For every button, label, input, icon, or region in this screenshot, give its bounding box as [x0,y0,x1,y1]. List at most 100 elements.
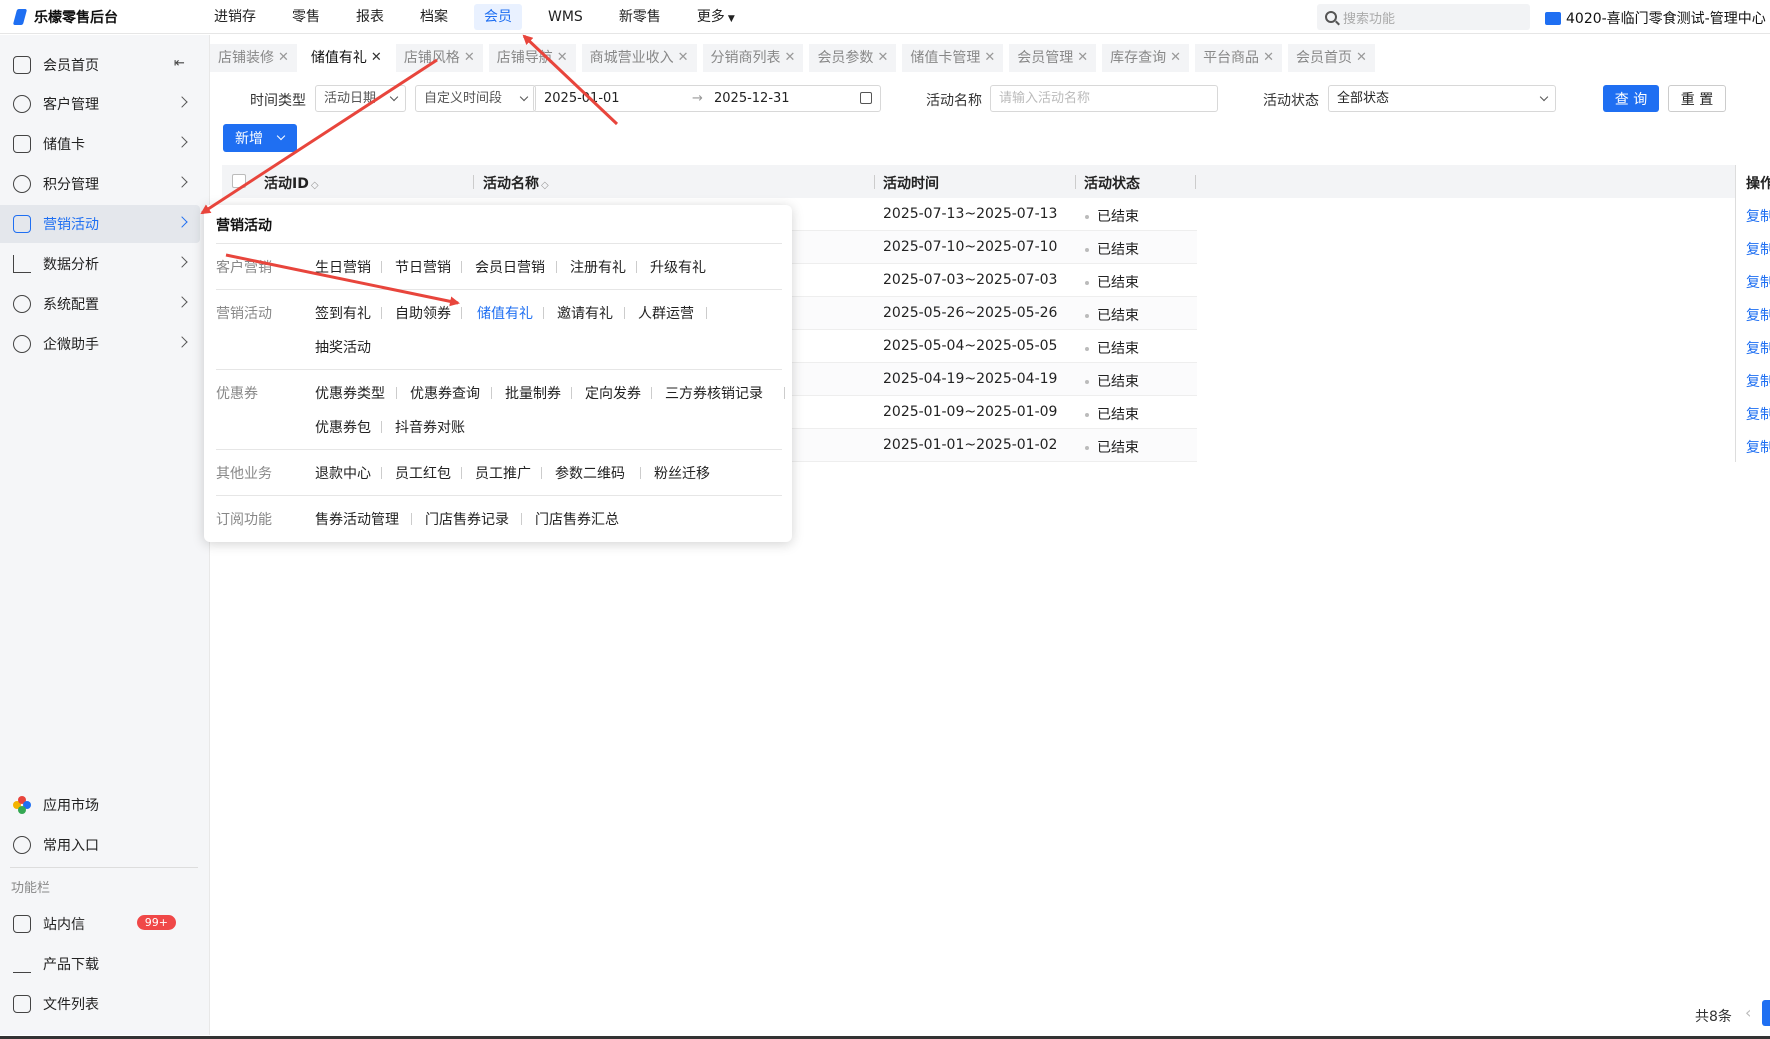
copy-link[interactable]: 复制 [1746,338,1770,358]
date-start[interactable]: 2025-01-01 [544,86,620,111]
store-selector[interactable]: 4020-喜临门零食测试-管理中心 [1545,8,1766,28]
close-icon[interactable]: ✕ [785,44,796,72]
activity-name-input[interactable] [990,85,1218,112]
chevron-left-icon[interactable]: ‹ [1745,1003,1759,1023]
column-header-id[interactable]: 活动ID ◇ [264,173,319,193]
function-search[interactable]: 搜索功能 [1317,4,1530,30]
copy-link[interactable]: 复制 [1746,239,1770,259]
menu-link-param-qrcode[interactable]: 参数二维码 [555,463,625,483]
sidebar-item-settings[interactable]: 系统配置 [0,285,200,323]
menu-link-lottery[interactable]: 抽奖活动 [315,337,371,357]
menu-link-third-party-redeem[interactable]: 三方券核销记录 [665,383,763,403]
tab-distributor-list[interactable]: 分销商列表 ✕ [702,44,804,72]
nav-archives[interactable]: 档案 [410,4,458,30]
menu-link-coupon-sale-mgmt[interactable]: 售券活动管理 [315,509,399,529]
nav-members[interactable]: 会员 [474,3,522,30]
status-text: 已结束 [1097,275,1139,291]
query-button[interactable]: 查 询 [1603,85,1659,112]
sidebar-item-points[interactable]: 积分管理 [0,165,200,203]
current-page-button[interactable] [1762,1000,1770,1026]
sidebar-item-file-list[interactable]: 文件列表 [0,985,200,1023]
sidebar-item-stored-value[interactable]: 储值卡 [0,125,200,163]
menu-link-birthday[interactable]: 生日营销 [315,257,371,277]
tab-store-style[interactable]: 店铺风格 ✕ [395,44,483,72]
menu-link-holiday[interactable]: 节日营销 [395,257,451,277]
sidebar-item-wecom[interactable]: 企微助手 [0,325,200,363]
sidebar-item-label: 常用入口 [43,838,99,854]
add-button[interactable]: 新增 [223,124,297,152]
sidebar-item-customer[interactable]: 客户管理 [0,85,200,123]
tab-mall-revenue[interactable]: 商城营业收入 ✕ [581,44,697,72]
time-type-select[interactable]: 活动日期 [315,85,406,112]
tab-stored-value-gift[interactable]: 储值有礼 ✕ [302,44,390,72]
close-icon[interactable]: ✕ [278,44,289,72]
menu-link-coupon-query[interactable]: 优惠券查询 [410,383,480,403]
close-icon[interactable]: ✕ [1170,44,1181,72]
menu-link-register-gift[interactable]: 注册有礼 [570,257,626,277]
menu-link-store-coupon-summary[interactable]: 门店售券汇总 [535,509,619,529]
nav-inventory[interactable]: 进销存 [204,4,266,30]
copy-link[interactable]: 复制 [1746,272,1770,292]
menu-link-stored-value-gift[interactable]: 储值有礼 [477,303,533,323]
reset-button[interactable]: 重 置 [1668,85,1726,112]
nav-wms[interactable]: WMS [538,4,593,30]
sidebar-item-inbox[interactable]: 站内信 99+ [0,905,200,943]
close-icon[interactable]: ✕ [464,44,475,72]
close-icon[interactable]: ✕ [371,44,382,72]
menu-link-fan-migration[interactable]: 粉丝迁移 [654,463,710,483]
copy-link[interactable]: 复制 [1746,305,1770,325]
close-icon[interactable]: ✕ [557,44,568,72]
menu-link-refund-center[interactable]: 退款中心 [315,463,371,483]
menu-link-store-coupon-records[interactable]: 门店售券记录 [425,509,509,529]
tab-member-management[interactable]: 会员管理 ✕ [1009,44,1097,72]
activity-status-select[interactable]: 全部状态 [1328,85,1556,112]
copy-link[interactable]: 复制 [1746,437,1770,457]
collapse-sidebar-icon[interactable]: ⇤ [174,57,186,70]
date-range-picker[interactable]: 2025-01-01 → 2025-12-31 [533,85,881,112]
tab-card-management[interactable]: 储值卡管理 ✕ [902,44,1004,72]
menu-link-staff-redpacket[interactable]: 员工红包 [395,463,451,483]
tab-member-home[interactable]: 会员首页 ✕ [1287,44,1375,72]
menu-link-upgrade-gift[interactable]: 升级有礼 [650,257,706,277]
close-icon[interactable]: ✕ [984,44,995,72]
tab-stock-query[interactable]: 库存查询 ✕ [1102,44,1190,72]
nav-reports[interactable]: 报表 [346,4,394,30]
nav-new-retail[interactable]: 新零售 [609,4,671,30]
menu-link-crowd-ops[interactable]: 人群运营 [638,303,694,323]
copy-link[interactable]: 复制 [1746,206,1770,226]
tab-store-decoration[interactable]: 店铺装修 ✕ [210,44,297,72]
sidebar-item-member-home[interactable]: 会员首页 ⇤ [0,46,200,84]
sidebar-item-analytics[interactable]: 数据分析 [0,245,200,283]
tab-platform-goods[interactable]: 平台商品 ✕ [1195,44,1282,72]
close-icon[interactable]: ✕ [1356,44,1367,72]
menu-link-member-day[interactable]: 会员日营销 [475,257,545,277]
period-select[interactable]: 自定义时间段 [415,85,536,112]
sidebar-item-app-market[interactable]: 应用市场 [0,786,200,824]
close-icon[interactable]: ✕ [1263,44,1274,72]
menu-link-self-coupon[interactable]: 自助领券 [395,303,451,323]
tab-member-params[interactable]: 会员参数 ✕ [809,44,897,72]
date-end[interactable]: 2025-12-31 [714,86,790,111]
select-all-checkbox[interactable] [232,174,246,188]
menu-link-targeted-issue[interactable]: 定向发券 [585,383,641,403]
close-icon[interactable]: ✕ [877,44,888,72]
close-icon[interactable]: ✕ [678,44,689,72]
menu-link-batch-coupons[interactable]: 批量制券 [505,383,561,403]
close-icon[interactable]: ✕ [1077,44,1088,72]
menu-link-douyin-reconcile[interactable]: 抖音券对账 [395,417,465,437]
nav-retail[interactable]: 零售 [282,4,330,30]
tab-store-nav[interactable]: 店铺导航 ✕ [488,44,576,72]
column-header-name[interactable]: 活动名称 ◇ [483,173,549,193]
menu-link-coupon-types[interactable]: 优惠券类型 [315,383,385,403]
menu-link-coupon-pack[interactable]: 优惠券包 [315,417,371,437]
menu-link-checkin[interactable]: 签到有礼 [315,303,371,323]
menu-link-staff-promotion[interactable]: 员工推广 [475,463,531,483]
sidebar-item-favorites[interactable]: 常用入口 [0,826,200,864]
menu-link-invite-gift[interactable]: 邀请有礼 [557,303,613,323]
sidebar-item-marketing[interactable]: 营销活动 [0,205,200,243]
sidebar-item-download[interactable]: 产品下载 [0,945,200,983]
nav-more[interactable]: 更多 ▼ [687,4,745,30]
copy-link[interactable]: 复制 [1746,404,1770,424]
copy-link[interactable]: 复制 [1746,371,1770,391]
app-logo[interactable]: 乐檬零售后台 [0,7,200,27]
